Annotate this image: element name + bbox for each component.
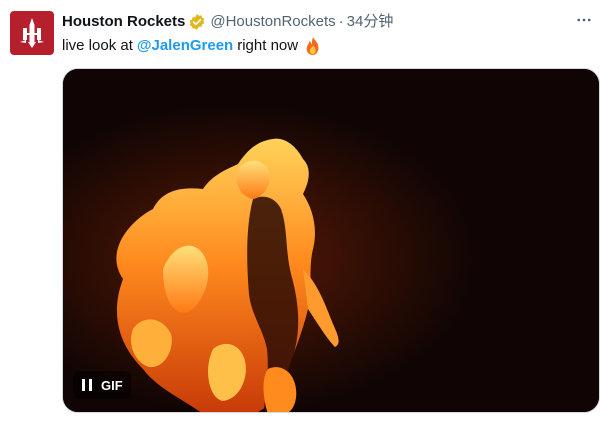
timestamp[interactable]: 34分钟 bbox=[347, 12, 394, 32]
tweet-text-before: live look at bbox=[62, 37, 133, 54]
gif-controls[interactable]: GIF bbox=[73, 371, 131, 399]
fire-emoji-icon bbox=[304, 36, 322, 56]
separator: · bbox=[338, 13, 344, 30]
tweet-header: Houston Rockets @HoustonRockets · 34分钟 bbox=[62, 12, 393, 32]
tweet: Houston Rockets @HoustonRockets · 34分钟 l… bbox=[0, 0, 600, 422]
more-options-icon bbox=[577, 18, 591, 22]
verified-badge-icon bbox=[188, 13, 206, 31]
mention-link[interactable]: @JalenGreen bbox=[137, 36, 233, 56]
burning-figure-image bbox=[63, 69, 599, 412]
more-options-button[interactable] bbox=[574, 10, 594, 30]
tweet-text-after: right now bbox=[237, 37, 299, 54]
houston-rockets-logo-icon bbox=[20, 18, 44, 48]
tweet-text: live look at @JalenGreen right now bbox=[62, 36, 322, 56]
gif-badge: GIF bbox=[101, 377, 123, 393]
gif-media[interactable]: GIF bbox=[62, 68, 600, 413]
display-name[interactable]: Houston Rockets bbox=[62, 12, 185, 32]
avatar[interactable] bbox=[10, 11, 54, 55]
handle[interactable]: @HoustonRockets bbox=[210, 12, 335, 32]
pause-icon[interactable] bbox=[81, 378, 93, 392]
